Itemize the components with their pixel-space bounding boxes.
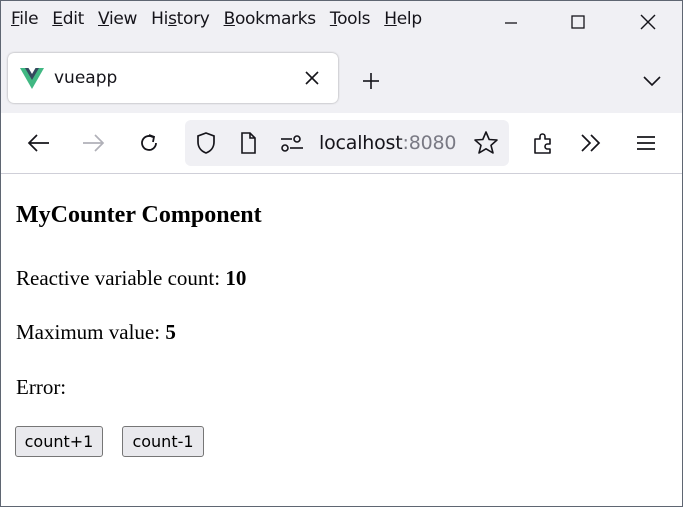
page-content: MyCounter Component Reactive variable co…	[1, 174, 682, 506]
tab-title: vueapp	[54, 68, 118, 88]
error-line: Error:	[16, 375, 66, 400]
minimize-button[interactable]	[491, 7, 531, 37]
back-arrow-icon	[27, 134, 49, 152]
close-icon	[305, 71, 319, 85]
menu-help[interactable]: Help	[384, 9, 422, 29]
maximize-button[interactable]	[558, 7, 598, 37]
menu-bookmarks[interactable]: Bookmarks	[224, 9, 317, 29]
overflow-menu-button[interactable]	[573, 125, 609, 161]
error-label: Error:	[16, 375, 67, 399]
tab-vueapp[interactable]: vueapp	[8, 53, 338, 103]
close-tab-button[interactable]	[300, 66, 324, 90]
extensions-button[interactable]	[525, 125, 561, 161]
page-icon	[241, 132, 256, 154]
shield-icon	[197, 132, 215, 154]
url-text[interactable]: localhost:8080	[319, 132, 456, 154]
chevron-down-icon	[643, 76, 661, 87]
maximize-icon	[571, 15, 585, 29]
puzzle-piece-icon	[534, 133, 551, 154]
navigation-toolbar: localhost:8080	[1, 113, 682, 174]
bookmark-star-button[interactable]	[473, 130, 499, 156]
max-label: Maximum value:	[16, 320, 166, 344]
reload-icon	[141, 134, 157, 151]
site-info-button[interactable]	[239, 131, 257, 155]
count-value: 10	[225, 266, 247, 290]
browser-window: File Edit View History Bookmarks Tools H…	[0, 0, 683, 507]
menu-tools[interactable]: Tools	[330, 9, 371, 29]
plus-icon	[363, 73, 379, 89]
close-icon	[640, 14, 656, 30]
app-menu-button[interactable]	[628, 125, 664, 161]
menu-file[interactable]: File	[11, 9, 39, 29]
close-window-button[interactable]	[628, 7, 668, 37]
minimize-icon	[505, 22, 517, 24]
count-line: Reactive variable count: 10	[16, 266, 246, 291]
new-tab-button[interactable]	[353, 63, 389, 99]
menu-edit[interactable]: Edit	[52, 9, 84, 29]
page-title: MyCounter Component	[16, 202, 262, 228]
permissions-button[interactable]	[279, 134, 305, 154]
back-button[interactable]	[21, 125, 57, 161]
double-chevron-right-icon	[581, 134, 601, 152]
increment-button[interactable]: count+1	[15, 426, 103, 457]
menu-view[interactable]: View	[98, 9, 137, 29]
url-host: localhost	[319, 132, 403, 154]
hamburger-menu-icon	[637, 136, 655, 150]
max-value: 5	[165, 320, 176, 344]
url-port: :8080	[402, 132, 457, 154]
forward-button[interactable]	[75, 125, 111, 161]
permissions-sliders-icon	[281, 135, 303, 152]
menu-items: File Edit View History Bookmarks Tools H…	[11, 9, 436, 29]
reload-button[interactable]	[131, 125, 167, 161]
vue-logo-icon	[20, 68, 44, 89]
max-line: Maximum value: 5	[16, 320, 176, 345]
star-icon	[474, 131, 498, 154]
menu-history[interactable]: History	[151, 9, 210, 29]
list-all-tabs-button[interactable]	[634, 63, 670, 99]
count-label: Reactive variable count:	[16, 266, 226, 290]
tab-strip: vueapp	[1, 43, 682, 113]
forward-arrow-icon	[83, 134, 105, 152]
tracking-protection-button[interactable]	[195, 131, 217, 155]
decrement-button[interactable]: count-1	[122, 426, 204, 457]
url-bar[interactable]: localhost:8080	[185, 120, 509, 166]
menu-bar: File Edit View History Bookmarks Tools H…	[1, 1, 682, 43]
